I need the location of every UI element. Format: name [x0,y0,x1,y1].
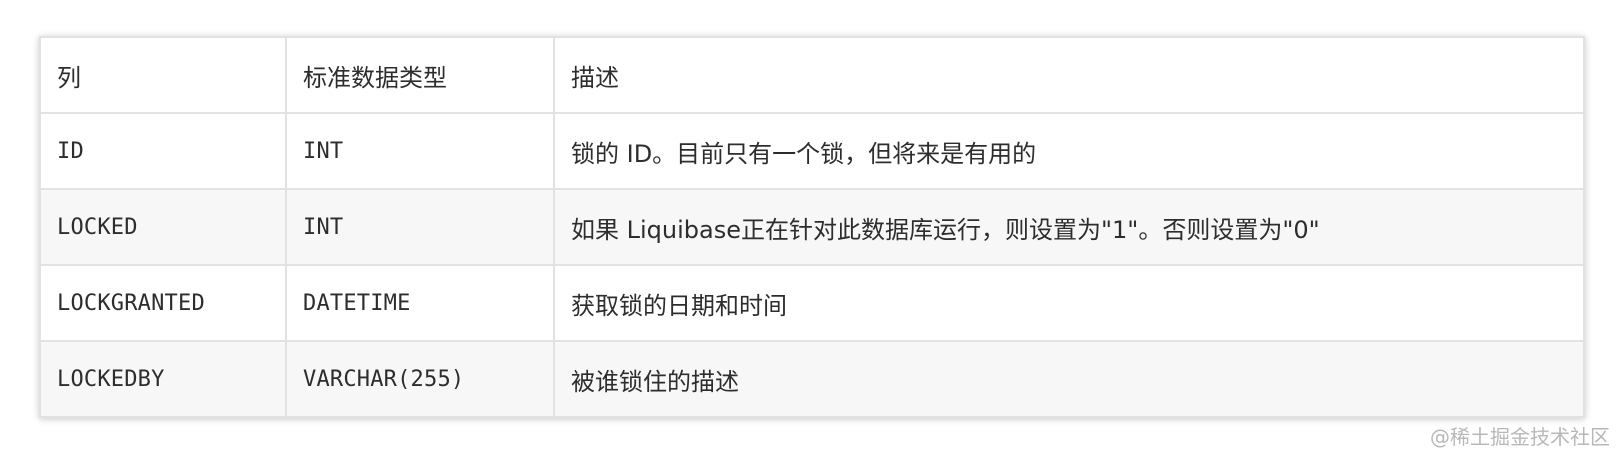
databasechangeloglock-table: 列 标准数据类型 描述 ID INT 锁的 ID。目前只有一个锁，但将来是有用的… [39,36,1585,418]
cell-type: DATETIME [285,264,555,342]
data-table-card: 列 标准数据类型 描述 ID INT 锁的 ID。目前只有一个锁，但将来是有用的… [39,36,1585,418]
cell-description: 被谁锁住的描述 [553,340,1585,418]
juejin-watermark: @稀土掘金技术社区 [1430,425,1610,449]
table-row: LOCKED INT 如果 Liquibase正在针对此数据库运行，则设置为"1… [39,188,1585,266]
header-type: 标准数据类型 [285,36,555,114]
cell-type: VARCHAR(255) [285,340,555,418]
table-row: LOCKGRANTED DATETIME 获取锁的日期和时间 [39,264,1585,342]
cell-column: ID [39,112,287,190]
cell-description: 如果 Liquibase正在针对此数据库运行，则设置为"1"。否则设置为"0" [553,188,1585,266]
header-description: 描述 [553,36,1585,114]
table-header-row: 列 标准数据类型 描述 [39,36,1585,114]
cell-type: INT [285,112,555,190]
header-column: 列 [39,36,287,114]
table-row: LOCKEDBY VARCHAR(255) 被谁锁住的描述 [39,340,1585,418]
cell-column: LOCKEDBY [39,340,287,418]
cell-type: INT [285,188,555,266]
cell-column: LOCKED [39,188,287,266]
cell-description: 获取锁的日期和时间 [553,264,1585,342]
cell-description: 锁的 ID。目前只有一个锁，但将来是有用的 [553,112,1585,190]
cell-column: LOCKGRANTED [39,264,287,342]
table-row: ID INT 锁的 ID。目前只有一个锁，但将来是有用的 [39,112,1585,190]
